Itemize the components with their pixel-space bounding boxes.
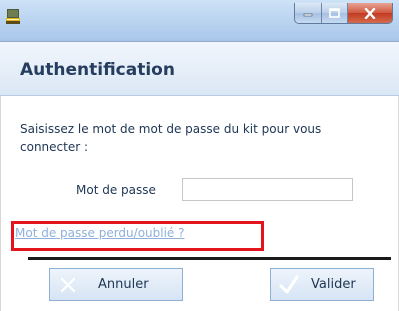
dialog-header: Authentification: [0, 42, 399, 96]
title-bar[interactable]: [0, 0, 399, 42]
minimize-icon: [303, 13, 313, 17]
validate-button[interactable]: Valider: [270, 268, 374, 301]
authentication-dialog: Authentification Saisissez le mot de mot…: [0, 0, 399, 311]
close-button[interactable]: [348, 3, 392, 23]
close-icon: [364, 7, 376, 19]
forgot-password-link[interactable]: Mot de passe perdu/oublié ?: [15, 226, 185, 240]
maximize-icon: [329, 8, 340, 18]
dialog-title: Authentification: [20, 60, 175, 80]
window-controls: [294, 3, 393, 24]
password-label: Mot de passe: [76, 183, 156, 197]
x-icon: [56, 273, 80, 297]
window-border-left: [0, 96, 1, 311]
checkmark-icon: [277, 273, 301, 297]
cancel-button[interactable]: Annuler: [49, 268, 183, 301]
password-field[interactable]: [182, 178, 353, 201]
validate-button-label: Valider: [311, 277, 356, 292]
minimize-button[interactable]: [295, 3, 322, 23]
instructions-text: Saisissez le mot de mot de passe du kit …: [20, 122, 322, 154]
cancel-button-label: Annuler: [98, 277, 149, 292]
divider: [28, 257, 391, 260]
maximize-button[interactable]: [322, 3, 348, 23]
usb-key-icon: [6, 9, 20, 25]
